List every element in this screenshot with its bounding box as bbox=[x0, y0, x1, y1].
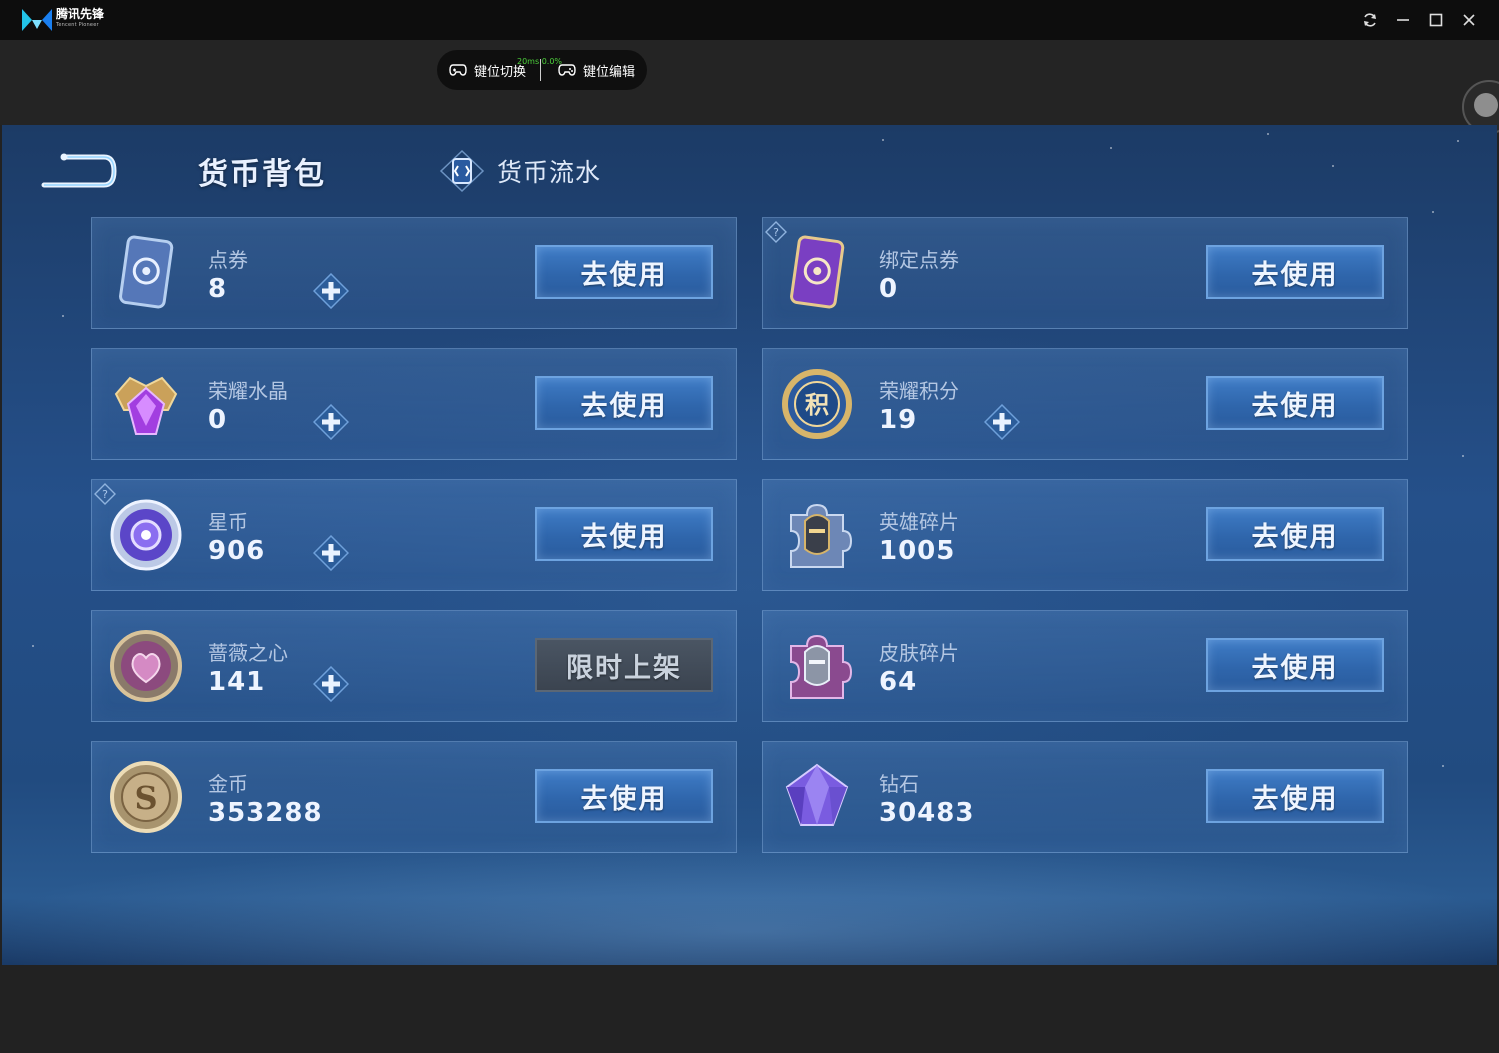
currency-name: 皮肤碎片 bbox=[879, 641, 959, 665]
gamepad-icon bbox=[558, 64, 576, 76]
glory-crystal-icon bbox=[114, 376, 178, 435]
use-skin-fragment-button[interactable]: 去使用 bbox=[1206, 638, 1384, 692]
close-button[interactable] bbox=[1457, 8, 1481, 32]
skin-fragment-icon bbox=[790, 634, 853, 699]
currency-amount: 64 bbox=[879, 667, 918, 697]
key-mapping-pill: 键位切换 20ms 0.0% 键位编辑 bbox=[437, 50, 647, 90]
currency-card-gold-coin: S 金币 353288 去使用 bbox=[91, 741, 737, 853]
currency-card-star-coin: ? 星币 906 去使用 bbox=[91, 479, 737, 591]
currency-amount: 353288 bbox=[208, 798, 323, 828]
use-glory-crystal-button[interactable]: 去使用 bbox=[535, 376, 713, 430]
emulator-toolbar bbox=[0, 40, 1499, 125]
currency-amount: 1005 bbox=[879, 536, 956, 566]
app-subtitle: Tencent Pioneer bbox=[56, 22, 99, 28]
currency-flow-icon bbox=[439, 149, 485, 193]
currency-name: 英雄碎片 bbox=[879, 510, 959, 534]
maximize-icon bbox=[1429, 13, 1443, 27]
add-rose-heart-button[interactable] bbox=[313, 666, 349, 702]
minimize-button[interactable] bbox=[1391, 8, 1415, 32]
diamond-icon bbox=[785, 763, 849, 826]
currency-flow-label: 货币流水 bbox=[497, 158, 602, 187]
currency-name: 蔷薇之心 bbox=[208, 641, 288, 665]
app-name: 腾讯先锋 bbox=[56, 7, 105, 21]
currency-amount: 0 bbox=[879, 274, 899, 304]
hero-fragment-icon bbox=[790, 503, 853, 568]
currency-name: 点券 bbox=[208, 248, 248, 272]
toolbar-divider bbox=[540, 59, 541, 81]
use-voucher-button[interactable]: 去使用 bbox=[535, 245, 713, 299]
currency-card-hero-fragment: 英雄碎片 1005 去使用 bbox=[762, 479, 1408, 591]
ping-value: 20ms bbox=[517, 57, 540, 66]
rose-heart-coin-icon bbox=[110, 630, 182, 702]
game-screen: 货币背包 货币流水 点券 8 去使用 ? 绑定点券 0 去使用 荣耀水晶 0 去… bbox=[2, 125, 1497, 965]
currency-amount: 30483 bbox=[879, 798, 975, 828]
use-gold-coin-button[interactable]: 去使用 bbox=[535, 769, 713, 823]
close-icon bbox=[1463, 14, 1475, 26]
currency-card-glory-crystal: 荣耀水晶 0 去使用 bbox=[91, 348, 737, 460]
currency-card-bound-voucher: ? 绑定点券 0 去使用 bbox=[762, 217, 1408, 329]
add-glory-points-button[interactable] bbox=[984, 404, 1020, 440]
currency-card-diamond: 钻石 30483 去使用 bbox=[762, 741, 1408, 853]
title-bar: 腾讯先锋 Tencent Pioneer bbox=[0, 0, 1499, 40]
currency-name: 荣耀水晶 bbox=[208, 379, 288, 403]
currency-name: 荣耀积分 bbox=[879, 379, 959, 403]
use-glory-points-button[interactable]: 去使用 bbox=[1206, 376, 1384, 430]
currency-name: 绑定点券 bbox=[879, 248, 959, 272]
add-star-coin-button[interactable] bbox=[313, 535, 349, 571]
currency-amount: 906 bbox=[208, 536, 266, 566]
star-coin-icon bbox=[110, 499, 182, 571]
bound-voucher-card-icon bbox=[790, 235, 845, 309]
use-diamond-button[interactable]: 去使用 bbox=[1206, 769, 1384, 823]
limited-time-listing-button[interactable]: 限时上架 bbox=[535, 638, 713, 692]
currency-card-rose-heart: 蔷薇之心 141 限时上架 bbox=[91, 610, 737, 722]
use-bound-voucher-button[interactable]: 去使用 bbox=[1206, 245, 1384, 299]
currency-name: 星币 bbox=[208, 510, 248, 534]
key-switch-button[interactable]: 键位切换 bbox=[449, 50, 526, 90]
add-voucher-button[interactable] bbox=[313, 273, 349, 309]
refresh-button[interactable] bbox=[1358, 8, 1382, 32]
currency-amount: 8 bbox=[208, 274, 228, 304]
use-star-coin-button[interactable]: 去使用 bbox=[535, 507, 713, 561]
refresh-icon bbox=[1364, 13, 1376, 27]
currency-card-voucher: 点券 8 去使用 bbox=[91, 217, 737, 329]
currency-amount: 19 bbox=[879, 405, 918, 435]
currency-name: 钻石 bbox=[879, 772, 919, 796]
add-glory-crystal-button[interactable] bbox=[313, 404, 349, 440]
currency-card-glory-points: 积 荣耀积分 19 去使用 bbox=[762, 348, 1408, 460]
key-edit-button[interactable]: 键位编辑 bbox=[558, 50, 635, 90]
currency-flow-tab[interactable]: 货币流水 bbox=[439, 149, 601, 193]
svg-text:S: S bbox=[134, 779, 157, 817]
emulator-bottom-bar bbox=[0, 965, 1499, 1053]
glory-points-medal-icon: 积 bbox=[782, 369, 852, 439]
svg-text:积: 积 bbox=[805, 391, 829, 419]
gold-coin-icon: S bbox=[110, 761, 182, 833]
currency-amount: 141 bbox=[208, 667, 266, 697]
minimize-icon bbox=[1397, 19, 1409, 21]
back-button[interactable] bbox=[40, 151, 120, 191]
key-edit-label: 键位编辑 bbox=[583, 64, 636, 80]
tencent-pioneer-logo-icon bbox=[22, 9, 52, 31]
currency-amount: 0 bbox=[208, 405, 228, 435]
voucher-card-icon bbox=[119, 235, 174, 309]
use-hero-fragment-button[interactable]: 去使用 bbox=[1206, 507, 1384, 561]
currency-card-skin-fragment: 皮肤碎片 64 去使用 bbox=[762, 610, 1408, 722]
maximize-button[interactable] bbox=[1424, 8, 1448, 32]
currency-name: 金币 bbox=[208, 772, 248, 796]
gamepad-icon bbox=[449, 64, 467, 76]
page-title: 货币背包 bbox=[198, 157, 326, 192]
